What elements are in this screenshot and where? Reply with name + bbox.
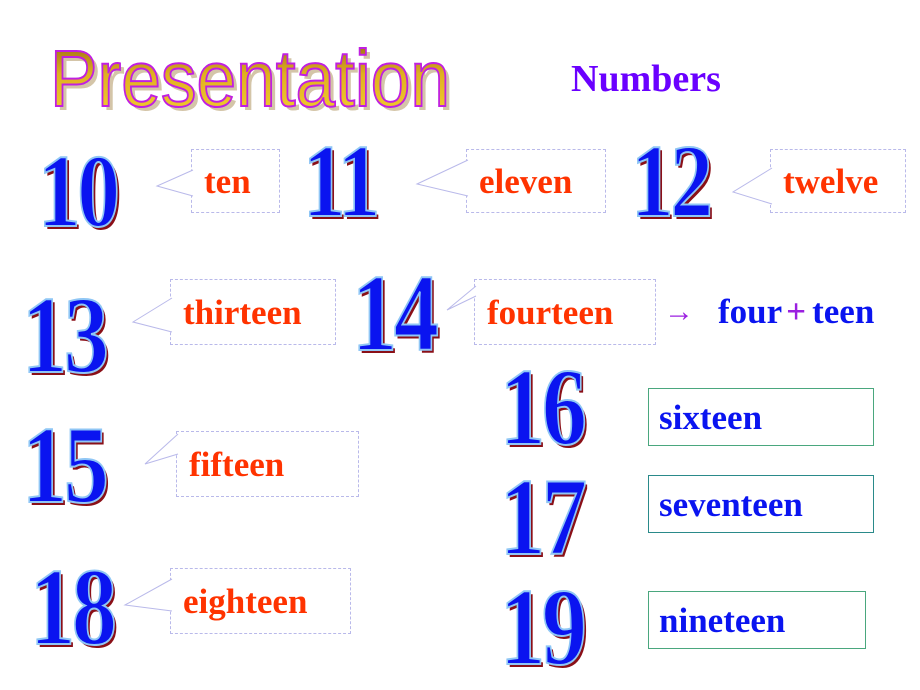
breakdown-part-four: four bbox=[718, 292, 783, 331]
callout-tail bbox=[123, 578, 173, 612]
word-seventeen: seventeen bbox=[659, 484, 803, 524]
word-nineteen: nineteen bbox=[659, 600, 786, 640]
box-sixteen: sixteen bbox=[648, 388, 874, 446]
fourteen-breakdown: → four + teen bbox=[664, 294, 874, 329]
word-eleven: eleven bbox=[479, 161, 573, 201]
numeral-13: 13 bbox=[21, 274, 110, 396]
word-eighteen: eighteen bbox=[183, 581, 308, 621]
callout-tail bbox=[731, 167, 773, 205]
plus-icon: + bbox=[786, 292, 807, 331]
callout-thirteen: thirteen bbox=[131, 279, 336, 345]
page-heading: Numbers bbox=[571, 58, 721, 100]
callout-twelve: twelve bbox=[731, 149, 906, 213]
numeral-10: 10 bbox=[37, 134, 121, 249]
callout-fifteen: fifteen bbox=[144, 431, 359, 497]
breakdown-part-teen: teen bbox=[812, 292, 875, 331]
numeral-12: 12 bbox=[630, 124, 714, 239]
numeral-16: 16 bbox=[499, 346, 588, 468]
word-ten: ten bbox=[204, 161, 251, 201]
arrow-icon: → bbox=[664, 294, 694, 328]
callout-tail bbox=[131, 297, 173, 333]
numeral-18: 18 bbox=[29, 546, 118, 668]
callout-tail bbox=[415, 159, 469, 197]
numeral-15: 15 bbox=[21, 404, 110, 526]
box-seventeen: seventeen bbox=[648, 475, 874, 533]
callout-eleven: eleven bbox=[415, 149, 606, 213]
word-thirteen: thirteen bbox=[183, 292, 302, 332]
callout-tail bbox=[144, 433, 179, 465]
callout-ten: ten bbox=[155, 149, 280, 213]
numeral-14: 14 bbox=[351, 252, 440, 374]
callout-tail bbox=[446, 285, 477, 311]
word-twelve: twelve bbox=[783, 161, 879, 201]
wordart-title: Presentation Presentation bbox=[44, 22, 456, 114]
callout-fourteen: fourteen bbox=[446, 279, 656, 345]
wordart-graphic: Presentation Presentation bbox=[49, 33, 454, 114]
callout-tail bbox=[155, 169, 194, 197]
callout-eighteen: eighteen bbox=[123, 568, 351, 634]
wordart-text: Presentation bbox=[50, 34, 450, 114]
word-fifteen: fifteen bbox=[189, 444, 285, 484]
box-nineteen: nineteen bbox=[648, 591, 866, 649]
numeral-19: 19 bbox=[499, 566, 588, 688]
numeral-17: 17 bbox=[499, 456, 588, 578]
numeral-11: 11 bbox=[302, 124, 381, 239]
word-fourteen: fourteen bbox=[487, 292, 614, 332]
word-sixteen: sixteen bbox=[659, 397, 763, 437]
